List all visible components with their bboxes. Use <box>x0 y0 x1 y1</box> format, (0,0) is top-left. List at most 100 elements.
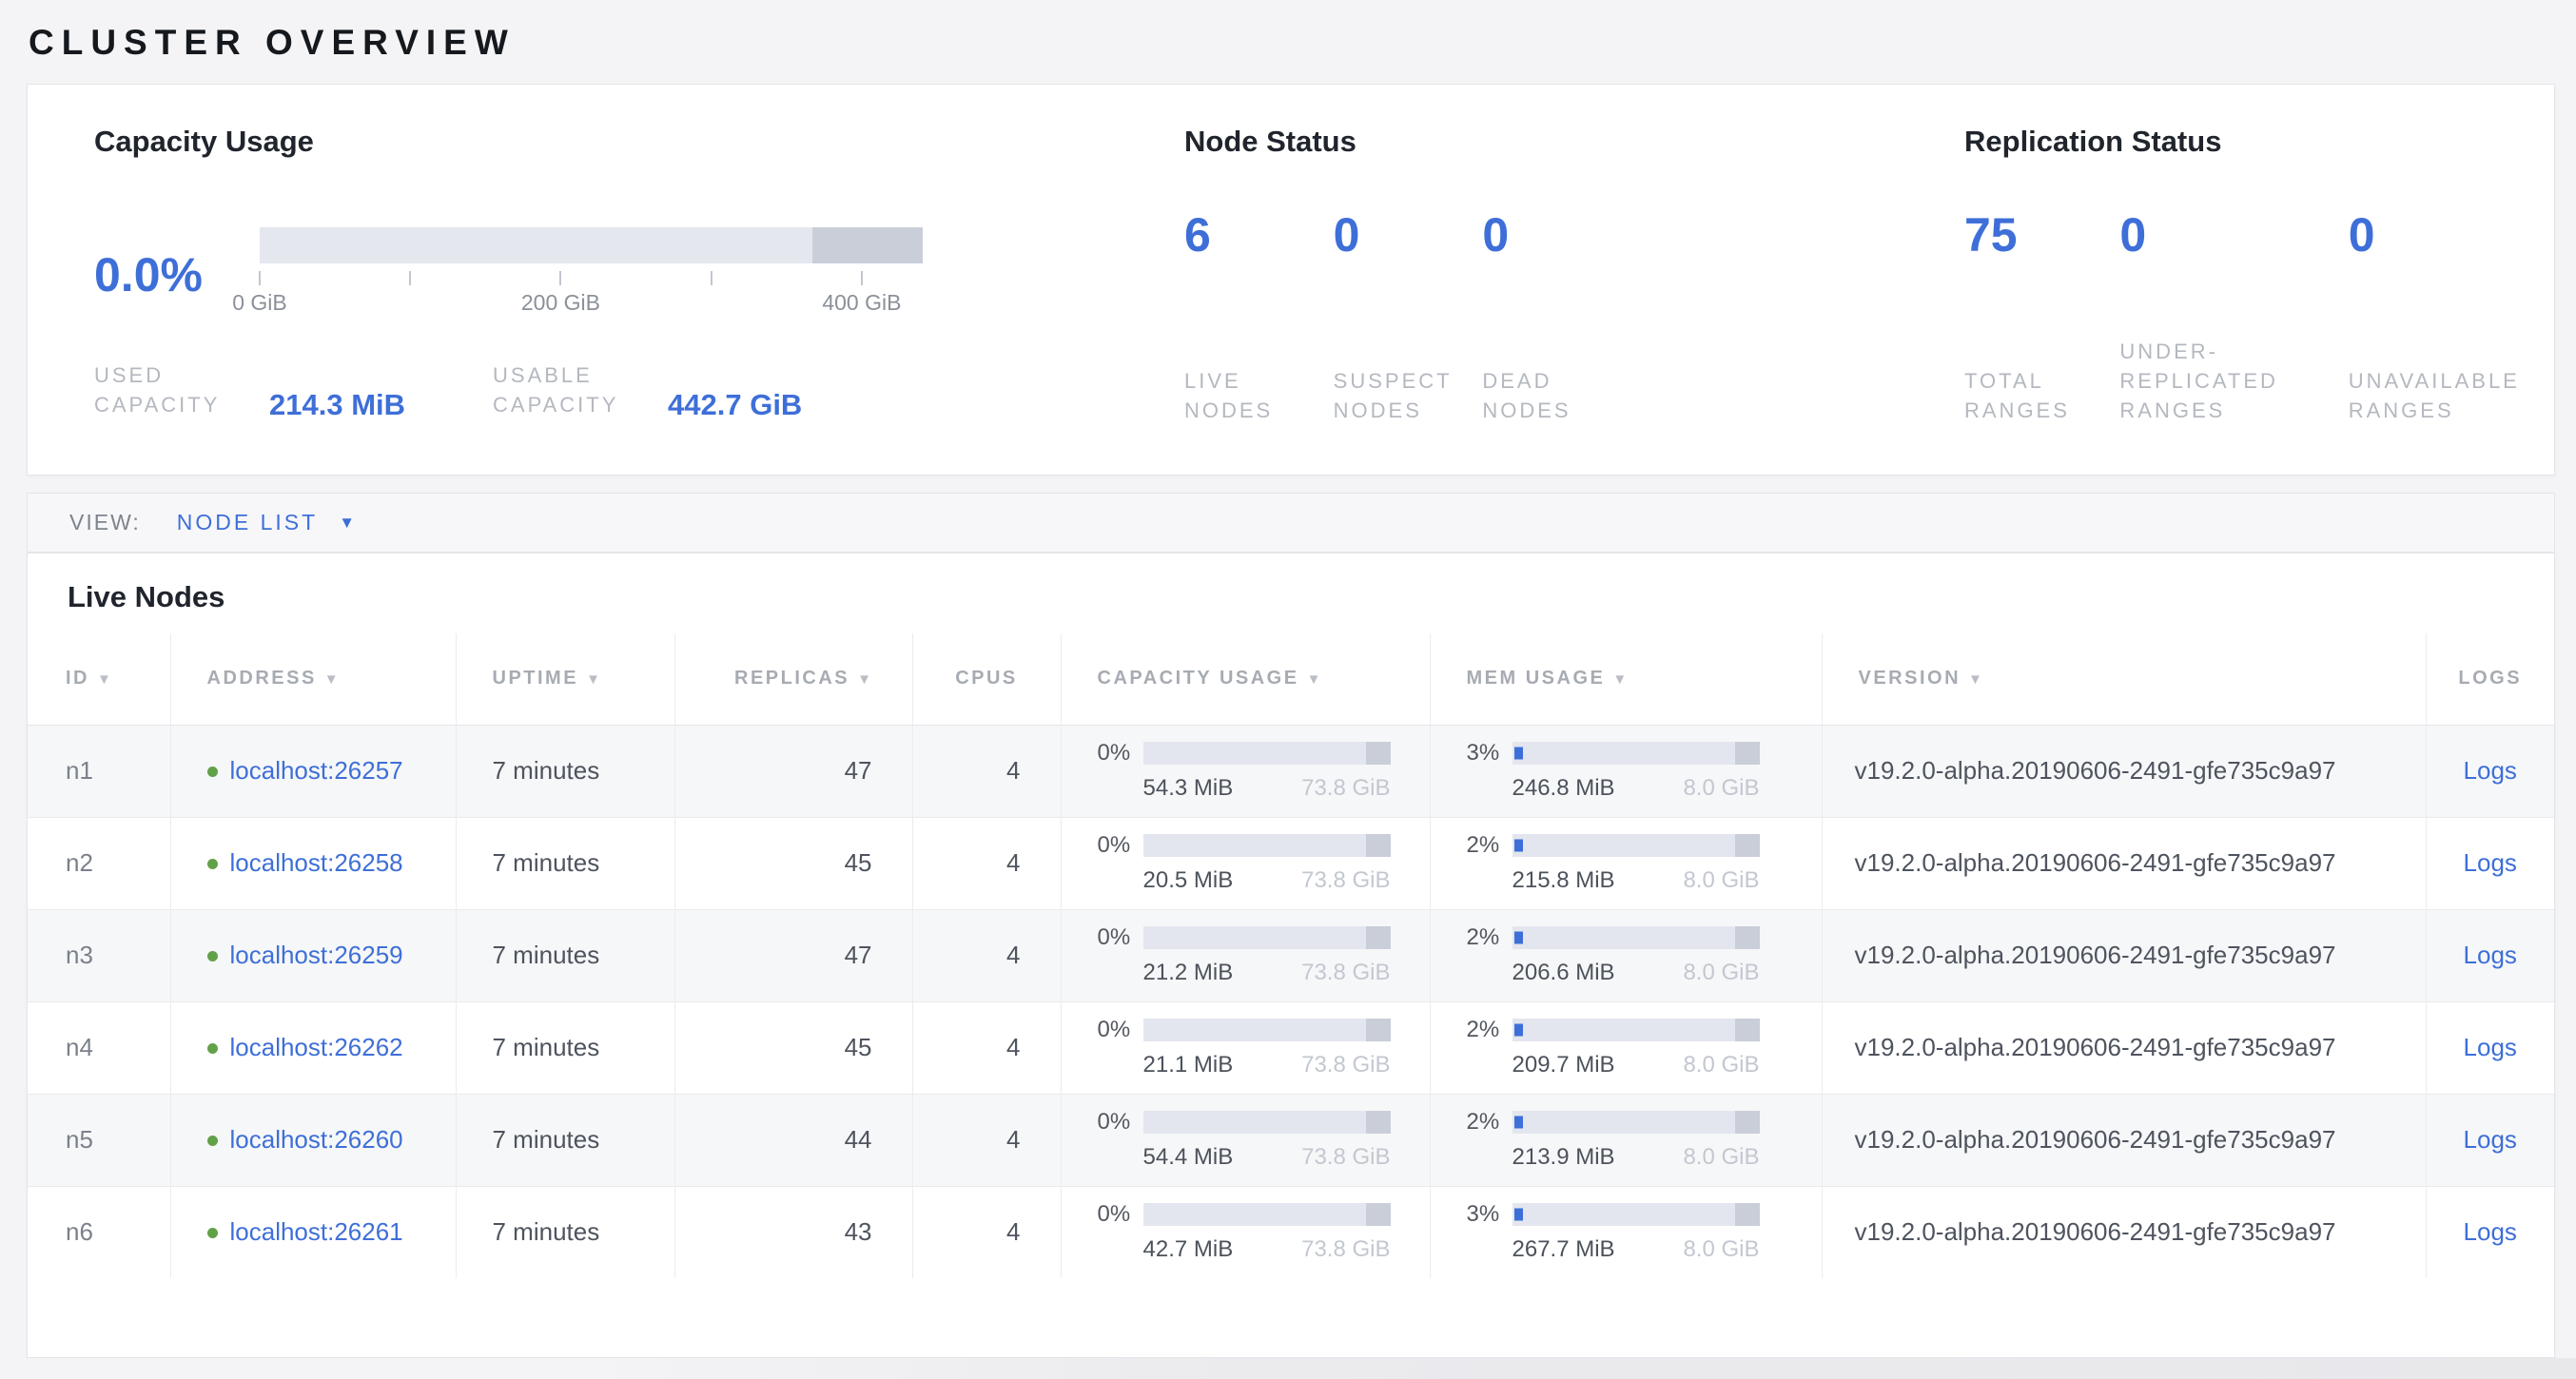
node-address-link[interactable]: localhost:26260 <box>230 1125 403 1154</box>
usage-used-value: 267.7 MiB <box>1512 1236 1615 1263</box>
node-logs-link[interactable]: Logs <box>2464 941 2517 969</box>
cell-memory: 2%215.8 MiB8.0 GiB <box>1430 817 1822 909</box>
cell-address: localhost:26260 <box>170 1094 456 1186</box>
column-header-label: REPLICAS <box>734 668 849 689</box>
replication-stat-value: 75 <box>1964 208 2119 262</box>
usage-total-value: 8.0 GiB <box>1683 1052 1759 1078</box>
column-header-memory[interactable]: MEM USAGE▼ <box>1430 633 1822 725</box>
node-address-link[interactable]: localhost:26261 <box>230 1217 403 1246</box>
sort-arrow-icon: ▼ <box>857 671 873 688</box>
axis-tick-label: 200 GiB <box>521 290 600 316</box>
column-header-replicas[interactable]: REPLICAS ▼ <box>674 633 912 725</box>
node-status-title: Node Status <box>1184 125 1631 159</box>
node-logs-link[interactable]: Logs <box>2464 848 2517 877</box>
usage-mini-chart: 2%213.9 MiB8.0 GiB <box>1467 1109 1822 1171</box>
cell-logs: Logs <box>2426 817 2554 909</box>
cell-address: localhost:26261 <box>170 1186 456 1278</box>
cluster-overview-page: CLUSTER OVERVIEW Capacity Usage 0.0% 0 G… <box>0 0 2576 1379</box>
usage-used-value: 246.8 MiB <box>1512 775 1615 802</box>
usage-percent: 2% <box>1467 924 1512 951</box>
usage-total-value: 8.0 GiB <box>1683 1144 1759 1171</box>
usage-bar-reserved-segment <box>1735 1019 1760 1041</box>
cell-logs: Logs <box>2426 725 2554 817</box>
node-logs-link[interactable]: Logs <box>2464 756 2517 785</box>
usage-percent: 3% <box>1467 740 1512 767</box>
replication-stat-value: 0 <box>2119 208 2348 262</box>
column-header-address[interactable]: ADDRESS▼ <box>170 633 456 725</box>
replication-stat-label: TOTAL RANGES <box>1964 366 2088 425</box>
usage-bar <box>1143 1203 1391 1226</box>
node-logs-link[interactable]: Logs <box>2464 1033 2517 1061</box>
node-address-link[interactable]: localhost:26259 <box>230 941 403 969</box>
usage-bar <box>1143 1111 1391 1134</box>
column-header-label: VERSION <box>1859 668 1961 689</box>
usage-bar <box>1512 1019 1760 1041</box>
column-header-uptime[interactable]: UPTIME▼ <box>456 633 674 725</box>
usage-used-value: 21.1 MiB <box>1143 1052 1234 1078</box>
live-status-dot-icon <box>207 859 218 869</box>
capacity-bar <box>260 227 923 263</box>
column-header-version[interactable]: VERSION ▼ <box>1822 633 2426 725</box>
node-logs-link[interactable]: Logs <box>2464 1125 2517 1154</box>
live-status-dot-icon <box>207 1043 218 1054</box>
axis-tick <box>711 271 712 285</box>
replication-status-section: Replication Status 75TOTAL RANGES0UNDER-… <box>1964 85 2554 475</box>
usage-total-value: 8.0 GiB <box>1683 1236 1759 1263</box>
cell-replicas: 45 <box>674 817 912 909</box>
cell-version: v19.2.0-alpha.20190606-2491-gfe735c9a97 <box>1822 1094 2426 1186</box>
usage-bar-reserved-segment <box>1366 742 1391 765</box>
cell-replicas: 47 <box>674 909 912 1001</box>
cell-capacity: 0%21.2 MiB73.8 GiB <box>1061 909 1430 1001</box>
node-address-link[interactable]: localhost:26258 <box>230 848 403 877</box>
cell-replicas: 44 <box>674 1094 912 1186</box>
usage-bar-reserved-segment <box>1735 742 1760 765</box>
usage-used-value: 20.5 MiB <box>1143 867 1234 894</box>
usage-total-value: 73.8 GiB <box>1301 775 1390 802</box>
sort-arrow-icon: ▼ <box>1968 671 1984 688</box>
cell-memory: 2%213.9 MiB8.0 GiB <box>1430 1094 1822 1186</box>
cell-version: v19.2.0-alpha.20190606-2491-gfe735c9a97 <box>1822 725 2426 817</box>
node-status-stat-label: SUSPECT NODES <box>1334 366 1457 425</box>
cell-logs: Logs <box>2426 909 2554 1001</box>
node-address-link[interactable]: localhost:26262 <box>230 1033 403 1061</box>
column-header-label: LOGS <box>2458 668 2522 689</box>
usage-total-value: 73.8 GiB <box>1301 960 1390 986</box>
column-header-id[interactable]: ID▼ <box>28 633 170 725</box>
usage-bar-reserved-segment <box>1735 834 1760 857</box>
sort-arrow-icon: ▼ <box>324 671 341 688</box>
usage-total-value: 73.8 GiB <box>1301 1052 1390 1078</box>
cell-cpus: 4 <box>912 1094 1061 1186</box>
usage-percent: 0% <box>1098 1017 1143 1043</box>
usage-bar <box>1512 1111 1760 1134</box>
usage-mini-chart: 0%54.3 MiB73.8 GiB <box>1098 740 1430 802</box>
column-header-capacity[interactable]: CAPACITY USAGE▼ <box>1061 633 1430 725</box>
usage-percent: 0% <box>1098 924 1143 951</box>
usage-bar-fill <box>1514 840 1523 852</box>
cell-uptime: 7 minutes <box>456 817 674 909</box>
table-header-row: ID▼ADDRESS▼UPTIME▼REPLICAS▼CPUSCAPACITY … <box>28 633 2554 725</box>
live-status-dot-icon <box>207 767 218 777</box>
cell-cpus: 4 <box>912 725 1061 817</box>
node-status-stat-label: DEAD NODES <box>1482 366 1606 425</box>
cell-address: localhost:26258 <box>170 817 456 909</box>
usable-capacity-value: 442.7 GiB <box>668 388 802 422</box>
cell-address: localhost:26257 <box>170 725 456 817</box>
node-status-stat-label: LIVE NODES <box>1184 366 1308 425</box>
usage-bar-fill <box>1514 1024 1523 1037</box>
cell-capacity: 0%20.5 MiB73.8 GiB <box>1061 817 1430 909</box>
view-dropdown[interactable]: NODE LIST ▼ <box>177 510 358 535</box>
capacity-stats: USED CAPACITY 214.3 MiB USABLE CAPACITY … <box>94 360 923 419</box>
node-row-n3: n3localhost:262597 minutes4740%21.2 MiB7… <box>28 909 2554 1001</box>
usage-bar-reserved-segment <box>1366 926 1391 949</box>
axis-tick-label: 0 GiB <box>232 290 287 316</box>
cell-uptime: 7 minutes <box>456 909 674 1001</box>
usage-mini-chart: 3%246.8 MiB8.0 GiB <box>1467 740 1822 802</box>
node-address-link[interactable]: localhost:26257 <box>230 756 403 785</box>
node-logs-link[interactable]: Logs <box>2464 1217 2517 1246</box>
cell-logs: Logs <box>2426 1094 2554 1186</box>
usage-bar-fill <box>1514 1117 1523 1129</box>
usage-bar-reserved-segment <box>1366 834 1391 857</box>
capacity-usage-title: Capacity Usage <box>94 125 923 159</box>
usage-bar <box>1512 1203 1760 1226</box>
cluster-summary-panel: Capacity Usage 0.0% 0 GiB200 GiB400 GiB … <box>27 84 2555 476</box>
